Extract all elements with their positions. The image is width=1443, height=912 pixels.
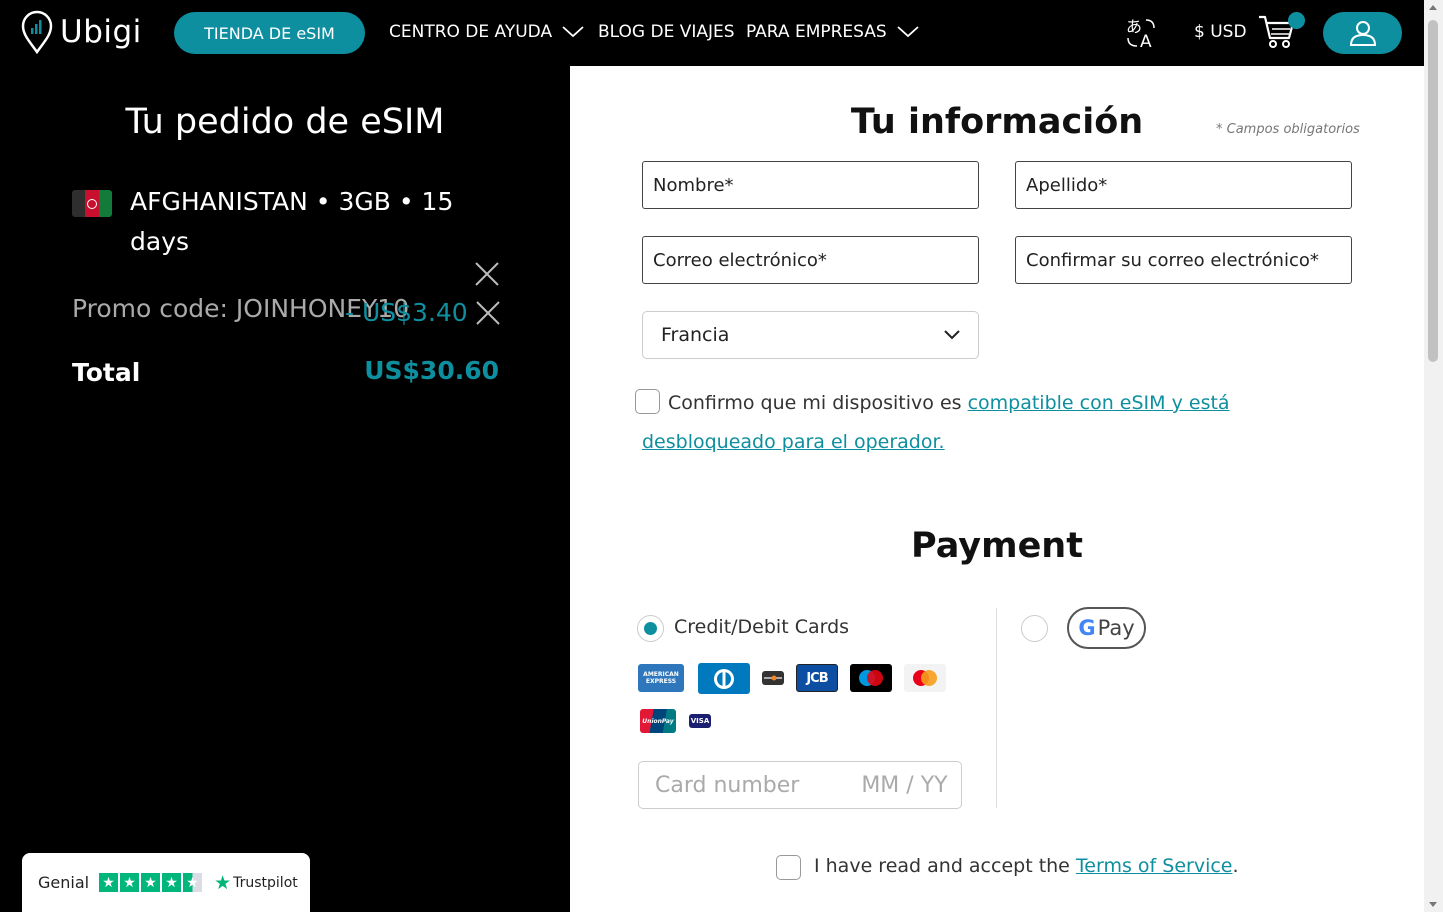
- currency-selector[interactable]: $ USD: [1194, 22, 1247, 42]
- star-half-icon: ★: [183, 873, 203, 892]
- terms-checkbox[interactable]: [776, 855, 801, 880]
- visa-card-icon: VISA: [689, 714, 711, 728]
- required-fields-note: * Campos obligatorios: [1216, 122, 1360, 137]
- google-pay-radio[interactable]: [1021, 615, 1048, 642]
- brand-name: Ubigi: [60, 14, 142, 50]
- terms-of-service-link[interactable]: Terms of Service: [1076, 855, 1233, 877]
- last-name-field[interactable]: Apellido*: [1015, 161, 1352, 209]
- total-value: US$30.60: [364, 356, 499, 385]
- terms-end: .: [1232, 855, 1239, 877]
- credit-card-label: Credit/Debit Cards: [674, 616, 850, 638]
- discover-card-icon: [762, 671, 784, 685]
- terms-text: I have read and accept the Terms of Serv…: [814, 855, 1239, 877]
- order-product-name: AFGHANISTAN • 3GB • 15 days: [130, 187, 454, 256]
- promo-discount-value: - US$3.40: [345, 298, 468, 327]
- order-title: Tu pedido de eSIM: [125, 102, 445, 142]
- chevron-down-icon: [562, 26, 584, 38]
- checkout-form-panel: Tu información * Campos obligatorios Nom…: [570, 66, 1424, 912]
- unionpay-card-icon: UnionPay: [640, 709, 676, 733]
- maestro-card-icon: [850, 664, 892, 692]
- amex-card-icon: AMERICAN EXPRESS: [638, 664, 684, 692]
- checkout-page: Ubigi TIENDA DE eSIM CENTRO DE AYUDA BLO…: [0, 0, 1443, 912]
- ubigi-logo[interactable]: Ubigi: [20, 10, 142, 54]
- jcb-card-icon: JCB: [796, 664, 838, 692]
- scroll-thumb[interactable]: [1428, 20, 1438, 362]
- order-summary-panel: Tu pedido de eSIM AFGHANISTAN • 3GB • 15…: [0, 66, 570, 912]
- total-label: Total: [72, 358, 141, 387]
- terms-label: I have read and accept the: [814, 855, 1076, 877]
- chevron-down-icon: [897, 26, 919, 38]
- esim-compatible-text: Confirmo que mi dispositivo es compatibl…: [642, 384, 1342, 462]
- trustpilot-star-icon: ★: [214, 871, 232, 894]
- trustpilot-stars: ★ ★ ★ ★ ★: [99, 873, 203, 892]
- google-pay-button[interactable]: G Pay: [1067, 607, 1146, 649]
- chevron-down-icon: [944, 330, 960, 340]
- nav-travel-blog-label: BLOG DE VIAJES: [598, 22, 735, 42]
- nav-help-center[interactable]: CENTRO DE AYUDA: [389, 22, 584, 42]
- card-details-input[interactable]: Card number MM / YY: [638, 761, 962, 809]
- location-pin-icon: [21, 10, 53, 54]
- payment-divider: [996, 608, 997, 808]
- nav-business-label: PARA EMPRESAS: [746, 22, 887, 42]
- mastercard-icon: [904, 664, 946, 692]
- card-number-input[interactable]: Card number: [655, 773, 799, 798]
- account-button[interactable]: [1323, 12, 1402, 54]
- star-icon: ★: [99, 873, 119, 892]
- star-icon: ★: [120, 873, 140, 892]
- remove-promo-close-icon[interactable]: [475, 300, 501, 326]
- payment-title: Payment: [911, 526, 1083, 566]
- confirm-email-field[interactable]: Confirmar su correo electrónico*: [1015, 236, 1352, 284]
- trustpilot-logo: ★ Trustpilot: [214, 872, 298, 894]
- scroll-down-arrow-icon[interactable]: [1429, 902, 1437, 907]
- trustpilot-brand: Trustpilot: [233, 874, 298, 891]
- country-select[interactable]: Francia: [642, 311, 979, 359]
- nav-help-center-label: CENTRO DE AYUDA: [389, 22, 553, 42]
- afghanistan-flag-icon: [72, 190, 112, 217]
- top-nav: Ubigi TIENDA DE eSIM CENTRO DE AYUDA BLO…: [0, 0, 1424, 66]
- esim-compatible-label: Confirmo que mi dispositivo es: [668, 392, 968, 414]
- page-scrollbar[interactable]: [1424, 0, 1443, 912]
- svg-text:A: A: [1140, 32, 1152, 50]
- credit-card-radio[interactable]: [637, 615, 664, 642]
- star-icon: ★: [141, 873, 161, 892]
- esim-store-button[interactable]: TIENDA DE eSIM: [174, 12, 365, 54]
- country-select-value: Francia: [661, 324, 730, 346]
- diners-card-icon: [698, 663, 750, 694]
- scroll-up-arrow-icon[interactable]: [1429, 5, 1437, 10]
- remove-product-close-icon[interactable]: [474, 261, 500, 287]
- first-name-field[interactable]: Nombre*: [642, 161, 979, 209]
- cart-badge: [1288, 12, 1305, 29]
- trustpilot-rating-label: Genial: [38, 873, 90, 892]
- email-field[interactable]: Correo electrónico*: [642, 236, 979, 284]
- card-expiry-input[interactable]: MM / YY: [861, 773, 947, 798]
- language-translate-icon[interactable]: あ A: [1124, 16, 1158, 50]
- google-pay-label: Pay: [1097, 616, 1135, 640]
- star-icon: ★: [162, 873, 182, 892]
- trustpilot-widget[interactable]: Genial ★ ★ ★ ★ ★ ★ Trustpilot: [22, 853, 310, 912]
- jcb-label: JCB: [806, 670, 828, 686]
- google-g-icon: G: [1078, 616, 1096, 640]
- user-icon: [1349, 21, 1376, 46]
- nav-business[interactable]: PARA EMPRESAS: [746, 22, 919, 42]
- nav-travel-blog[interactable]: BLOG DE VIAJES: [598, 22, 735, 42]
